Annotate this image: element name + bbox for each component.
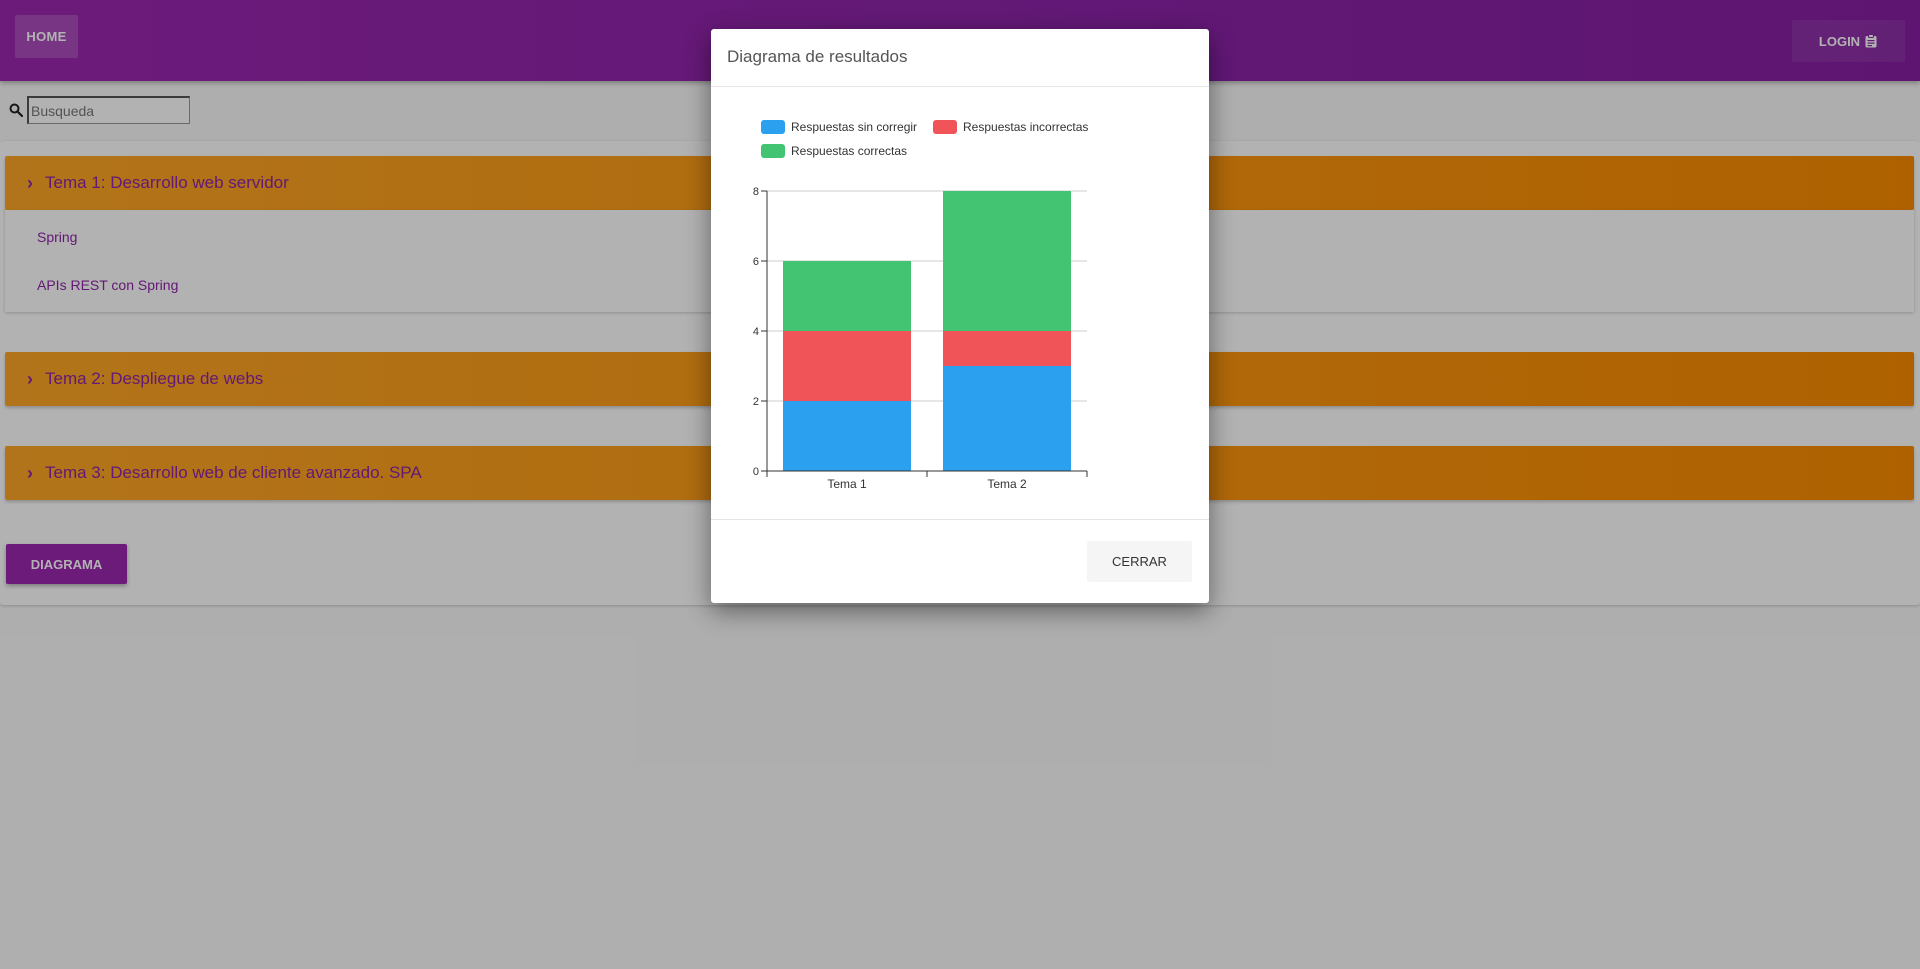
legend-swatch xyxy=(933,120,957,134)
y-tick-label: 4 xyxy=(753,326,759,338)
close-button[interactable]: CERRAR xyxy=(1087,541,1192,582)
legend-label: Respuestas correctas xyxy=(791,144,907,158)
legend-swatch xyxy=(761,144,785,158)
y-tick-label: 6 xyxy=(753,256,759,268)
y-tick-label: 2 xyxy=(753,396,759,408)
legend-label: Respuestas incorrectas xyxy=(963,120,1088,134)
bar-segment xyxy=(783,261,911,331)
y-tick-label: 8 xyxy=(753,186,759,198)
y-tick-label: 0 xyxy=(753,466,759,478)
x-tick-label: Tema 1 xyxy=(827,477,867,491)
bar-segment xyxy=(783,331,911,401)
results-modal: Diagrama de resultados Respuestas sin co… xyxy=(711,29,1209,603)
x-tick-label: Tema 2 xyxy=(987,477,1027,491)
bar-segment xyxy=(943,366,1071,471)
bar-segment xyxy=(943,191,1071,331)
bar-segment xyxy=(943,331,1071,366)
legend-label: Respuestas sin corregir xyxy=(791,120,917,134)
bar-segment xyxy=(783,401,911,471)
divider xyxy=(711,519,1209,520)
stacked-bar-chart: Respuestas sin corregir Respuestas incorr… xyxy=(753,120,1088,491)
modal-title: Diagrama de resultados xyxy=(727,47,908,66)
legend-swatch xyxy=(761,120,785,134)
